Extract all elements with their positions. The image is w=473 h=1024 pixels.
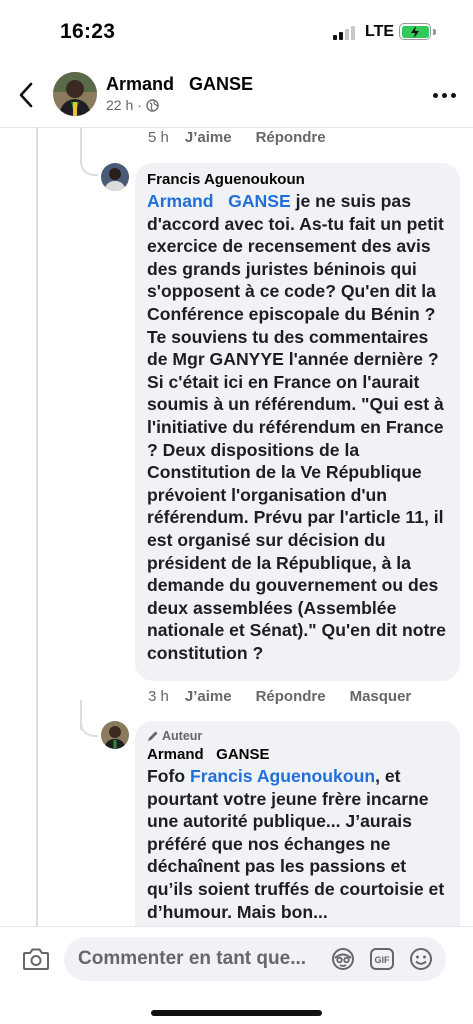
comment-actions: 3 h J’aime Répondre Masquer (148, 688, 435, 705)
home-indicator (151, 1010, 322, 1016)
comment-bubble: Francis Aguenoukoun Armand GANSE je ne s… (135, 163, 460, 681)
status-time: 16:23 (60, 20, 116, 43)
reply-button[interactable]: Répondre (256, 688, 326, 705)
back-button[interactable] (14, 80, 38, 110)
battery-icon (399, 23, 431, 40)
author-badge: Auteur (147, 729, 448, 743)
mention-link[interactable]: Armand GANSE (147, 191, 291, 211)
signal-icon (333, 26, 357, 40)
comment-text: Armand GANSE je ne suis pas d'accord ave… (147, 190, 448, 664)
comment-bubble: Auteur Armand GANSE Fofo Francis Aguenou… (135, 721, 460, 951)
emoji-button[interactable] (408, 947, 434, 971)
gif-icon: GIF (370, 948, 394, 970)
comment-time: 5 h (148, 129, 169, 146)
comment-author[interactable]: Francis Aguenoukoun (147, 171, 448, 188)
more-options-button[interactable] (433, 92, 457, 100)
status-bar: 16:23 LTE (0, 0, 473, 64)
network-label: LTE (365, 23, 395, 40)
emoji-icon (410, 948, 432, 970)
thread-connector (80, 148, 98, 176)
comment-composer: Commenter en tant que... GIF (0, 927, 473, 1024)
avatar-sticker-icon (332, 948, 354, 970)
camera-icon (23, 948, 49, 970)
comment-input-placeholder: Commenter en tant que... (78, 948, 307, 969)
comment-body: je ne suis pas d'accord avec toi. As-tu … (147, 191, 446, 663)
camera-button[interactable] (22, 946, 50, 972)
mention-link[interactable]: Francis Aguenoukoun (190, 766, 375, 786)
post-time: 22 h (106, 97, 134, 113)
avatar[interactable] (101, 163, 129, 191)
like-button[interactable]: J’aime (185, 688, 232, 705)
reply-button[interactable]: Répondre (256, 129, 326, 146)
meta-separator: · (137, 97, 142, 113)
chevron-left-icon (19, 82, 33, 108)
comment-author[interactable]: Armand GANSE (147, 746, 448, 763)
comment-text: Fofo Francis Aguenoukoun, et pourtant vo… (147, 765, 448, 923)
post-author-name[interactable]: Armand GANSE (106, 74, 253, 95)
header-divider (0, 127, 473, 128)
globe-icon (146, 98, 159, 112)
avatar[interactable] (101, 721, 129, 749)
gif-label: GIF (375, 955, 391, 965)
comment-body: , et pourtant votre jeune frère incarne … (147, 766, 445, 922)
hide-button[interactable]: Masquer (350, 688, 412, 705)
thread-connector (80, 715, 98, 737)
like-button[interactable]: J’aime (185, 129, 232, 146)
post-header: Armand GANSE 22 h · (0, 64, 473, 126)
post-meta: 22 h · (106, 97, 159, 113)
comment-input[interactable]: Commenter en tant que... GIF (64, 937, 446, 981)
avatar-sticker-button[interactable] (330, 947, 356, 971)
avatar[interactable] (53, 72, 97, 116)
comment-prefix: Fofo (147, 766, 190, 786)
comment-time: 3 h (148, 688, 169, 705)
comment-actions: 5 h J’aime Répondre (148, 129, 350, 146)
thread-line (36, 127, 38, 927)
pencil-icon (148, 731, 158, 741)
battery-cap (433, 29, 436, 35)
gif-button[interactable]: GIF (369, 947, 395, 971)
author-badge-label: Auteur (162, 729, 203, 743)
